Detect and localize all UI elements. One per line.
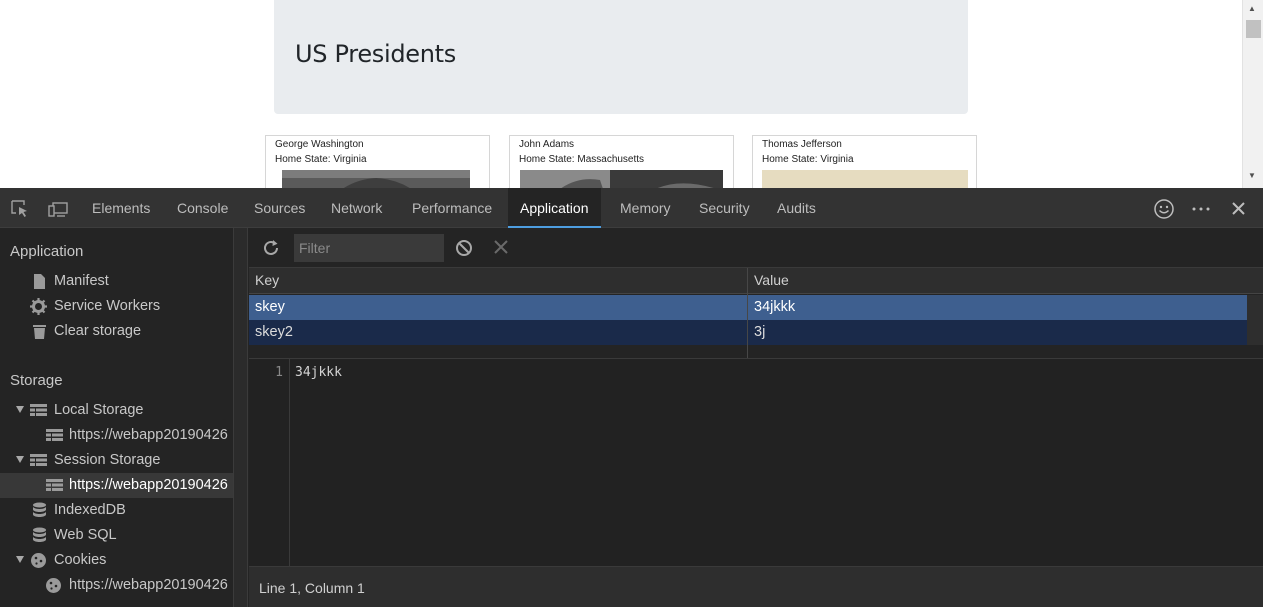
sidebar-item-label: Manifest bbox=[54, 273, 109, 289]
cell-key[interactable]: skey2 bbox=[255, 324, 293, 340]
jumbotron: US Presidents bbox=[274, 0, 968, 114]
president-state: Home State: Virginia bbox=[275, 154, 367, 165]
preview-text[interactable]: 34jkkk bbox=[295, 365, 342, 380]
line-gutter: 1 bbox=[249, 359, 290, 567]
table-icon bbox=[30, 404, 47, 416]
column-header-key[interactable]: Key bbox=[255, 272, 279, 288]
president-name: Thomas Jefferson bbox=[762, 139, 842, 150]
president-state: Home State: Virginia bbox=[762, 154, 854, 165]
expand-arrow-icon[interactable] bbox=[16, 456, 24, 463]
sidebar-item-cookies-origin[interactable]: https://webapp20190426 bbox=[0, 573, 233, 598]
tab-console[interactable]: Console bbox=[177, 188, 228, 228]
storage-toolbar bbox=[249, 228, 1263, 268]
page-title: US Presidents bbox=[295, 40, 456, 68]
cookie-icon bbox=[46, 578, 61, 593]
tab-network[interactable]: Network bbox=[331, 188, 382, 228]
trash-icon bbox=[33, 325, 46, 339]
table-icon bbox=[30, 454, 47, 466]
sidebar-item-clear-storage[interactable]: Clear storage bbox=[0, 319, 233, 344]
feedback-smiley-icon[interactable] bbox=[1153, 198, 1175, 220]
sidebar-item-label: https://webapp20190426 bbox=[69, 427, 228, 443]
close-devtools-icon[interactable] bbox=[1228, 198, 1250, 220]
scrollbar-thumb[interactable] bbox=[1246, 20, 1261, 38]
tab-application[interactable]: Application bbox=[508, 188, 601, 228]
tab-audits[interactable]: Audits bbox=[777, 188, 816, 228]
scroll-down-icon[interactable]: ▼ bbox=[1248, 171, 1256, 180]
value-preview: 1 34jkkk bbox=[249, 358, 1263, 567]
tab-security[interactable]: Security bbox=[699, 188, 750, 228]
sidebar-splitter[interactable] bbox=[233, 228, 248, 607]
cell-value[interactable]: 34jkkk bbox=[754, 299, 795, 315]
column-header-value[interactable]: Value bbox=[754, 272, 789, 288]
storage-view: Key Value skey 34jkkk skey2 3j 1 34jkkk … bbox=[249, 228, 1263, 607]
delete-selected-icon[interactable] bbox=[493, 239, 509, 255]
expand-arrow-icon[interactable] bbox=[16, 556, 24, 563]
page-viewport: US Presidents George Washington Home Sta… bbox=[0, 0, 1263, 188]
table-icon bbox=[46, 429, 63, 441]
cell-key[interactable]: skey bbox=[255, 299, 285, 315]
grid-header: Key Value bbox=[249, 268, 1263, 294]
file-icon bbox=[34, 274, 45, 289]
more-options-icon[interactable] bbox=[1190, 198, 1212, 220]
database-icon bbox=[33, 502, 46, 517]
president-name: John Adams bbox=[519, 139, 575, 150]
sidebar-item-label: https://webapp20190426 bbox=[69, 477, 228, 493]
sidebar-item-label: Local Storage bbox=[54, 402, 144, 418]
sidebar-item-indexeddb[interactable]: IndexedDB bbox=[0, 498, 233, 523]
sidebar-item-label: Clear storage bbox=[54, 323, 142, 339]
sidebar-section-storage: Storage bbox=[10, 372, 63, 389]
sidebar-item-label: https://webapp20190426 bbox=[69, 577, 228, 593]
device-toolbar-icon[interactable] bbox=[48, 199, 68, 219]
president-portrait bbox=[762, 170, 968, 188]
expand-arrow-icon[interactable] bbox=[16, 406, 24, 413]
president-card[interactable]: Thomas Jefferson Home State: Virginia bbox=[752, 135, 977, 188]
table-icon bbox=[46, 479, 63, 491]
tab-performance[interactable]: Performance bbox=[412, 188, 492, 228]
application-sidebar: Application Manifest Service Workers Cle… bbox=[0, 228, 248, 607]
sidebar-item-label: Cookies bbox=[54, 552, 107, 568]
database-icon bbox=[33, 527, 46, 542]
line-number: 1 bbox=[275, 365, 283, 380]
scroll-up-icon[interactable]: ▲ bbox=[1248, 4, 1256, 13]
clear-all-icon[interactable] bbox=[455, 239, 473, 257]
president-state: Home State: Massachusetts bbox=[519, 154, 645, 165]
sidebar-item-local-storage[interactable]: Local Storage bbox=[0, 398, 233, 423]
devtools-tab-bar: Elements Console Sources Network Perform… bbox=[0, 188, 1263, 228]
cookie-icon bbox=[31, 553, 46, 568]
sidebar-item-local-storage-origin[interactable]: https://webapp20190426 bbox=[0, 423, 233, 448]
table-row[interactable]: skey2 3j bbox=[249, 320, 1247, 345]
sidebar-item-service-workers[interactable]: Service Workers bbox=[0, 294, 233, 319]
grid-scrollbar[interactable] bbox=[1247, 295, 1263, 345]
sidebar-item-websql[interactable]: Web SQL bbox=[0, 523, 233, 548]
tab-elements[interactable]: Elements bbox=[92, 188, 150, 228]
sidebar-item-label: Session Storage bbox=[54, 452, 161, 468]
sidebar-item-label: Web SQL bbox=[54, 527, 117, 543]
filter-input[interactable] bbox=[294, 234, 444, 262]
sidebar-section-application: Application bbox=[10, 243, 84, 260]
president-card[interactable]: George Washington Home State: Virginia bbox=[265, 135, 490, 188]
sidebar-item-manifest[interactable]: Manifest bbox=[0, 269, 233, 294]
devtools-panel: Elements Console Sources Network Perform… bbox=[0, 188, 1263, 607]
sidebar-item-session-storage-origin[interactable]: https://webapp20190426 bbox=[0, 473, 233, 498]
page-scrollbar[interactable]: ▲ ▼ bbox=[1242, 0, 1263, 188]
sidebar-item-cookies[interactable]: Cookies bbox=[0, 548, 233, 573]
tab-sources[interactable]: Sources bbox=[254, 188, 305, 228]
column-divider[interactable] bbox=[747, 268, 748, 358]
cell-value[interactable]: 3j bbox=[754, 324, 765, 340]
gear-icon bbox=[30, 298, 47, 315]
president-portrait bbox=[520, 170, 723, 188]
sidebar-item-label: Service Workers bbox=[54, 298, 161, 314]
status-bar: Line 1, Column 1 bbox=[249, 566, 1263, 607]
tab-memory[interactable]: Memory bbox=[620, 188, 671, 228]
table-row[interactable]: skey 34jkkk bbox=[249, 295, 1247, 320]
president-card[interactable]: John Adams Home State: Massachusetts bbox=[509, 135, 734, 188]
president-portrait bbox=[282, 170, 470, 188]
inspect-element-icon[interactable] bbox=[10, 199, 30, 219]
sidebar-item-label: IndexedDB bbox=[54, 502, 126, 518]
president-name: George Washington bbox=[275, 139, 364, 150]
cursor-position: Line 1, Column 1 bbox=[259, 580, 365, 596]
sidebar-item-session-storage[interactable]: Session Storage bbox=[0, 448, 233, 473]
refresh-icon[interactable] bbox=[261, 238, 281, 258]
